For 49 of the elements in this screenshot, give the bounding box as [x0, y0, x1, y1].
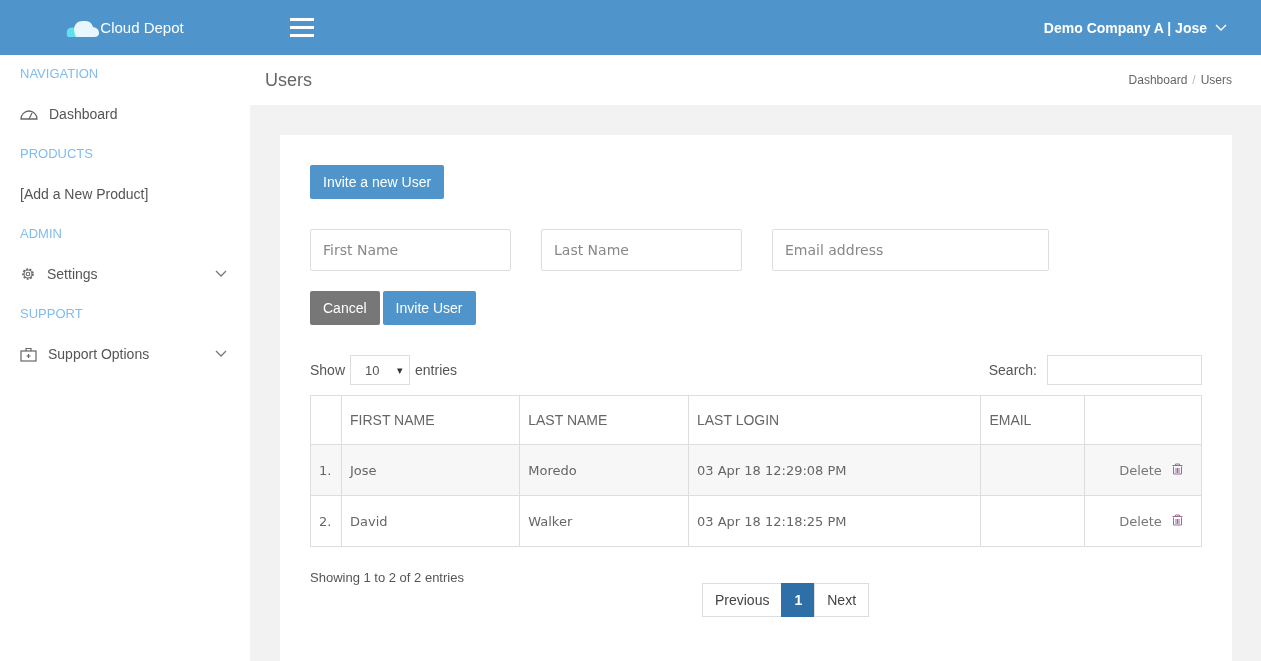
- previous-button[interactable]: Previous: [701, 583, 783, 617]
- table-cell: David: [341, 495, 520, 547]
- entries-label: entries: [415, 362, 458, 378]
- input-field[interactable]: Last Name: [541, 229, 742, 271]
- table-cell: Jose: [341, 444, 520, 496]
- page-size-select[interactable]: 10 ▾: [350, 355, 411, 385]
- breadcrumb-link[interactable]: Dashboard: [1128, 73, 1188, 87]
- column-header: LAST LOGIN: [688, 395, 981, 445]
- logo-text[interactable]: Cloud Depot: [100, 19, 184, 36]
- next-button[interactable]: Next: [814, 583, 870, 617]
- show-label: Show: [310, 362, 346, 378]
- gear-icon: [20, 266, 36, 282]
- trash-icon[interactable]: [1172, 462, 1183, 475]
- invite-new-user-button[interactable]: Invite a new User: [310, 165, 445, 199]
- sidebar-item[interactable]: Dashboard: [0, 93, 250, 135]
- invite-user-button[interactable]: Invite User: [382, 291, 476, 325]
- table-cell: Walker: [519, 495, 689, 547]
- sidebar-section-title: PRODUCTS: [19, 145, 94, 163]
- chevron-down-icon: [1215, 23, 1227, 32]
- first-aid-kit-icon: [20, 346, 37, 362]
- page-button[interactable]: 1: [781, 583, 816, 617]
- sidebar-section-title: NAVIGATION: [19, 65, 100, 83]
- column-header: EMAIL: [980, 395, 1085, 445]
- table-cell: Moredo: [519, 444, 689, 496]
- search-label: Search:: [988, 362, 1037, 378]
- breadcrumb-separator: /: [1192, 73, 1196, 87]
- sidebar-section-title: SUPPORT: [19, 305, 84, 323]
- table-cell: 03 Apr 18 12:18:25 PM: [688, 495, 981, 547]
- sidebar-item[interactable]: Settings: [0, 253, 250, 295]
- sidebar-item[interactable]: [Add a New Product]: [0, 173, 250, 215]
- breadcrumb-link[interactable]: Users: [1200, 73, 1232, 87]
- delete-link[interactable]: Delete: [1119, 513, 1162, 529]
- input-field[interactable]: Email address: [772, 229, 1049, 271]
- delete-link[interactable]: Delete: [1119, 462, 1162, 478]
- trash-icon[interactable]: [1172, 513, 1183, 526]
- search-field[interactable]: [1047, 355, 1202, 385]
- page-title: Users: [265, 69, 312, 91]
- table-info: Showing 1 to 2 of 2 entries: [310, 570, 465, 585]
- account-menu[interactable]: Demo Company A | Jose: [1037, 18, 1233, 37]
- table-cell: 03 Apr 18 12:29:08 PM: [688, 444, 981, 496]
- cancel-button[interactable]: Cancel: [310, 291, 380, 325]
- gauge-icon: [20, 107, 38, 121]
- sidebar-item[interactable]: Support Options: [0, 333, 250, 375]
- column-header: LAST NAME: [519, 395, 689, 445]
- input-field[interactable]: First Name: [310, 229, 511, 271]
- column-header: FIRST NAME: [341, 395, 520, 445]
- table-cell: 1.: [310, 444, 342, 496]
- sidebar-section-title: ADMIN: [19, 225, 63, 243]
- table-cell: 2.: [310, 495, 342, 547]
